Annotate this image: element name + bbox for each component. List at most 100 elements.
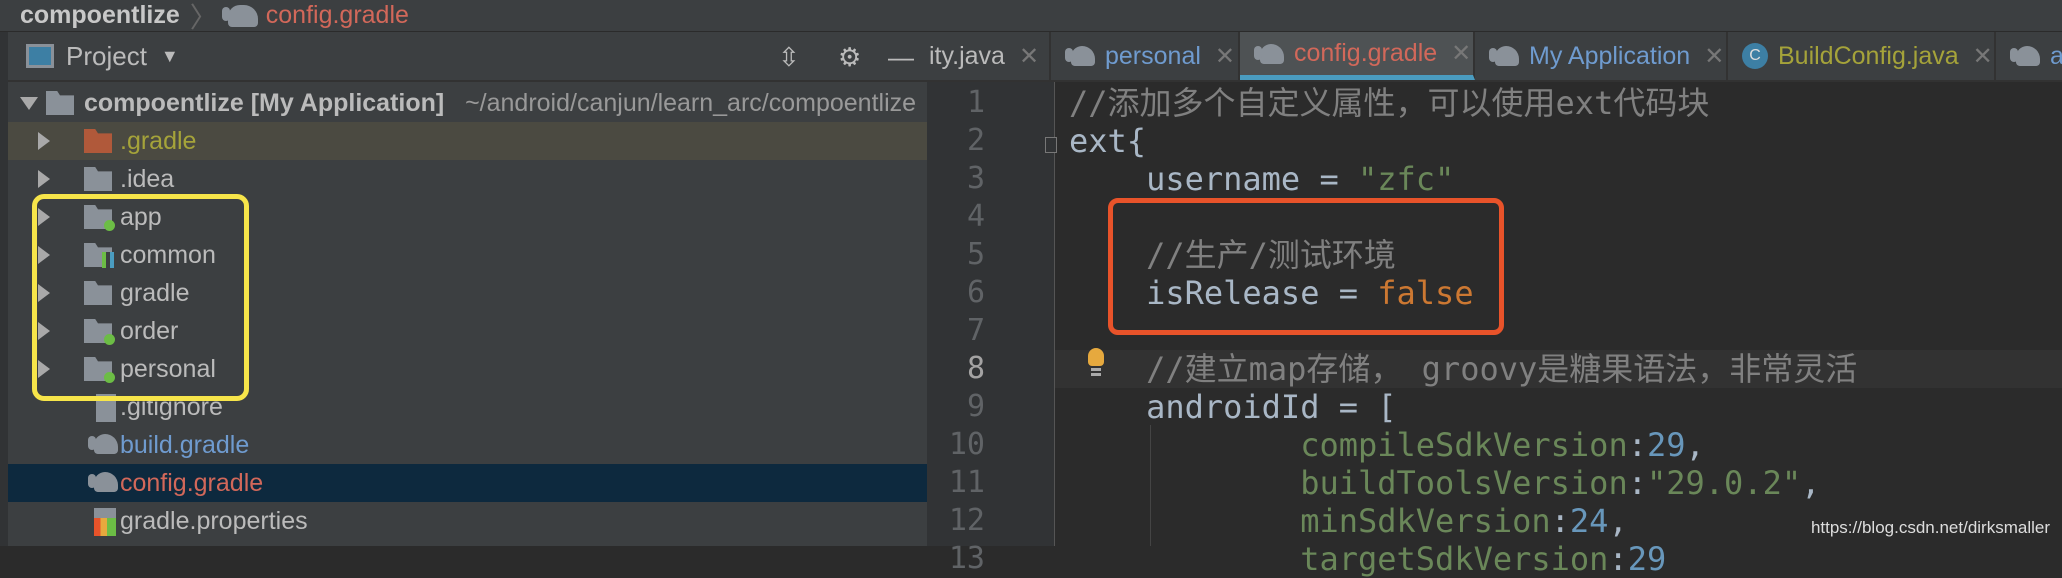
project-panel-header: Project ▼ ⇳ ⚙ — — [8, 32, 927, 82]
tree-item-label: config.gradle — [120, 468, 264, 497]
line-number: 9 — [966, 389, 985, 424]
gradle-icon — [2010, 46, 2040, 66]
code-token: buildToolsVersion — [1069, 464, 1628, 502]
code-token: minSdkVersion — [1069, 502, 1551, 540]
code-token: : — [1627, 426, 1647, 464]
gear-icon[interactable]: ⚙ — [838, 42, 861, 73]
tab-my-application[interactable]: My Application ✕ — [1475, 32, 1728, 80]
gradle-icon — [88, 434, 118, 454]
code-token: androidId = [ — [1069, 388, 1397, 426]
line-number: 12 — [948, 503, 985, 538]
tree-item-label: build.gradle — [120, 430, 250, 459]
code-line: //建立map存储， groovy是糖果语法，非常灵活 — [1055, 350, 2062, 388]
tree-item-label: gradle.properties — [120, 506, 308, 535]
breadcrumb-separator: 〉 — [189, 1, 218, 33]
line-number: 11 — [948, 465, 985, 500]
lightbulb-icon[interactable] — [1088, 348, 1104, 378]
tab-personal[interactable]: personal ✕ — [1051, 32, 1240, 80]
breadcrumb-project[interactable]: compoentlize — [20, 1, 180, 30]
indent-guide — [1150, 425, 1151, 546]
line-number: 10 — [948, 427, 985, 462]
close-icon[interactable]: ✕ — [1451, 39, 1471, 68]
code-line: ext{ — [1055, 122, 2062, 160]
highlight-box-modules — [32, 194, 249, 401]
line-number-gutter: 1 2 3 4 5 6 7 8 9 10 11 12 13 — [927, 82, 1057, 576]
line-number: 3 — [966, 161, 985, 196]
tab-label: personal — [1105, 41, 1201, 70]
project-folder-icon — [46, 91, 74, 115]
expand-arrow-icon[interactable] — [38, 170, 50, 188]
code-token: , — [1685, 426, 1705, 464]
class-icon: C — [1742, 43, 1768, 69]
gradle-icon — [1489, 46, 1519, 66]
expand-arrow-icon[interactable] — [38, 132, 50, 150]
properties-file-icon — [94, 508, 116, 536]
tree-item[interactable]: .idea — [8, 160, 927, 198]
code-token: //添加多个自定义属性，可以使用ext代码块 — [1069, 84, 1710, 122]
code-line: compileSdkVersion:29, — [1055, 426, 2062, 464]
folder-icon — [84, 129, 112, 153]
tree-item[interactable]: config.gradle — [8, 464, 927, 502]
line-number: 5 — [966, 237, 985, 272]
project-view-selector[interactable]: Project — [66, 41, 147, 72]
code-line: //添加多个自定义属性，可以使用ext代码块 — [1055, 84, 2062, 122]
code-token: "zfc" — [1357, 160, 1455, 198]
root-module: [My Application] — [250, 88, 445, 117]
tab-ity-java[interactable]: ity.java ✕ — [927, 32, 1051, 80]
line-number: 6 — [966, 275, 985, 310]
gradle-icon — [1254, 43, 1284, 64]
breadcrumb: compoentlize 〉 config.gradle — [0, 0, 2062, 33]
tab-label: config.gradle — [1294, 39, 1438, 67]
line-number: 2 — [966, 123, 985, 158]
watermark: https://blog.csdn.net/dirksmaller — [1810, 518, 2050, 537]
tab-buildconfig-java[interactable]: C BuildConfig.java ✕ — [1728, 32, 1996, 80]
code-token: : — [1627, 464, 1647, 502]
collapse-all-icon[interactable]: ⇳ — [778, 42, 800, 73]
code-token: , — [1608, 502, 1628, 540]
expand-arrow-icon[interactable] — [20, 96, 38, 110]
code-line: username = "zfc" — [1055, 160, 2062, 198]
line-number: 4 — [966, 199, 985, 234]
code-token: username = — [1069, 160, 1358, 198]
code-token: "29.0.2" — [1646, 464, 1802, 502]
code-line: androidId = [ — [1055, 388, 2062, 426]
chevron-down-icon[interactable]: ▼ — [161, 46, 179, 67]
code-token: 29 — [1646, 426, 1686, 464]
editor-tabs: ity.java ✕ personal ✕ config.gradle ✕ My Appli… — [927, 32, 2062, 82]
tree-item[interactable]: build.gradle — [8, 426, 927, 464]
tree-item[interactable]: .gradle — [8, 122, 927, 160]
gradle-icon — [1065, 46, 1095, 66]
tab-label: BuildConfig.java — [1778, 41, 1959, 70]
code-token: //建立map存储， groovy是糖果语法，非常灵活 — [1069, 350, 1858, 388]
tab-config-gradle[interactable]: config.gradle ✕ — [1240, 32, 1475, 80]
tree-item-label: .gradle — [120, 126, 197, 155]
close-icon[interactable]: ✕ — [1019, 42, 1039, 71]
root-path: ~/android/canjun/learn_arc/compoentlize — [465, 88, 917, 117]
tree-item[interactable]: gradle.properties — [8, 502, 927, 540]
root-name: compoentlize — [84, 88, 244, 117]
tab-label: ity.java — [929, 41, 1005, 70]
tab-label: a — [2050, 42, 2062, 71]
breadcrumb-file[interactable]: config.gradle — [266, 1, 409, 30]
code-token: : — [1550, 502, 1570, 540]
project-view-icon — [26, 44, 54, 68]
tab-label: My Application — [1529, 41, 1691, 70]
close-icon[interactable]: ✕ — [1704, 42, 1724, 71]
tree-item-label: .idea — [120, 164, 175, 193]
close-icon[interactable]: ✕ — [1973, 42, 1993, 71]
tree-root[interactable]: compoentlize [My Application] ~/android/… — [8, 84, 927, 122]
code-token: 24 — [1569, 502, 1609, 540]
gradle-icon — [88, 472, 118, 492]
highlight-box-isrelease — [1108, 198, 1504, 335]
tab-a[interactable]: a — [1996, 32, 2062, 80]
code-token: , — [1801, 464, 1821, 502]
close-icon[interactable]: ✕ — [1215, 42, 1235, 71]
code-token: ext{ — [1069, 122, 1147, 160]
folder-icon — [84, 167, 112, 191]
gradle-icon — [221, 4, 258, 27]
code-line: buildToolsVersion:"29.0.2", — [1055, 464, 2062, 502]
line-number: 1 — [966, 85, 985, 120]
hide-icon[interactable]: — — [888, 42, 914, 73]
code-token: compileSdkVersion — [1069, 426, 1628, 464]
project-panel: Project ▼ ⇳ ⚙ — compoentlize [My Applica… — [0, 32, 927, 546]
